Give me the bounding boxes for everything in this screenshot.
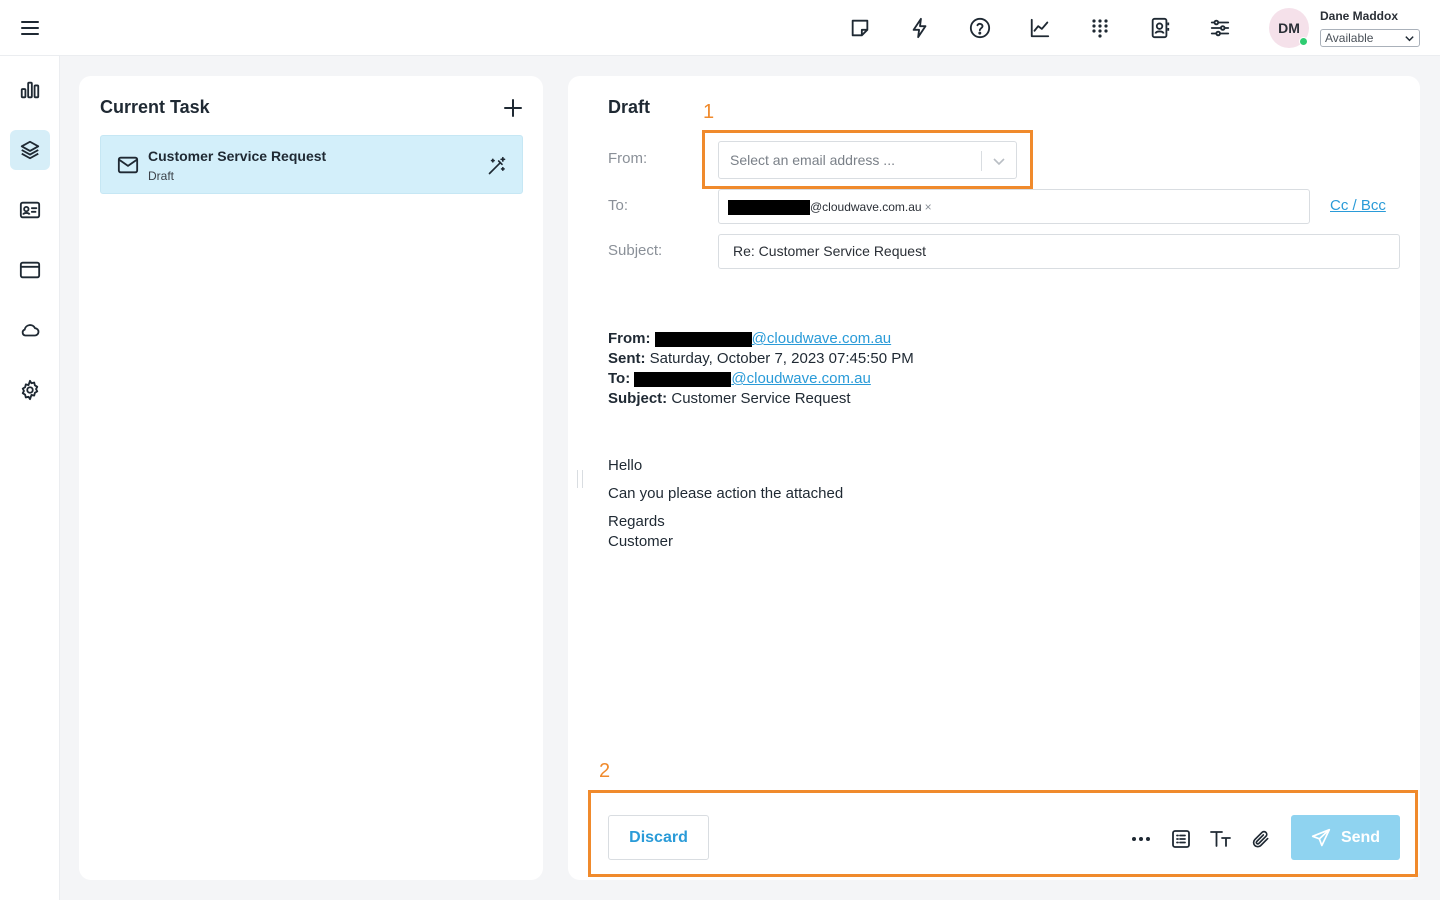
top-toolbar <box>840 12 1240 44</box>
sidebar-item-settings[interactable] <box>10 370 50 410</box>
callout-number-1: 1 <box>703 101 715 123</box>
quoted-subject-value: Customer Service Request <box>671 390 851 407</box>
subject-input[interactable]: Re: Customer Service Request <box>718 234 1400 269</box>
gear-icon <box>19 379 41 401</box>
quoted-to-row: To: @cloudwave.com.au <box>608 369 914 389</box>
discard-button[interactable]: Discard <box>608 815 709 860</box>
send-label: Send <box>1340 828 1381 846</box>
quoted-to-email[interactable]: @cloudwave.com.au <box>731 369 870 389</box>
paper-plane-icon <box>1311 828 1341 848</box>
draft-title: Draft <box>608 97 651 117</box>
more-options-button[interactable] <box>1127 825 1155 853</box>
lightning-icon[interactable] <box>900 12 940 44</box>
sidebar-item-dashboard[interactable] <box>10 70 50 110</box>
quoted-from-email[interactable]: @cloudwave.com.au <box>752 329 891 349</box>
window-icon <box>19 259 41 281</box>
select-divider <box>981 151 982 171</box>
remove-recipient-icon[interactable]: × <box>925 200 932 214</box>
settings-sliders-icon[interactable] <box>1200 12 1240 44</box>
to-label: To: <box>608 197 629 214</box>
user-name: Dane Maddox <box>1320 9 1399 23</box>
avatar[interactable]: DM <box>1269 8 1309 48</box>
magic-edit-icon[interactable] <box>487 156 507 176</box>
quoted-from-label: From: <box>608 330 651 347</box>
recipient-domain: @cloudwave.com.au <box>810 200 922 214</box>
body-signoff: Regards <box>608 513 665 530</box>
chevron-down-icon <box>1404 33 1415 44</box>
text-format-button[interactable] <box>1207 825 1235 853</box>
quoted-subject-label: Subject: <box>608 390 668 407</box>
quoted-to-label: To: <box>608 370 631 387</box>
dialpad-icon[interactable] <box>1080 12 1120 44</box>
contact-card-icon <box>19 199 41 221</box>
quoted-header: From: @cloudwave.com.au Sent: Saturday, … <box>608 329 914 409</box>
attachment-icon <box>1251 829 1271 849</box>
task-item[interactable]: Customer Service Request Draft <box>100 135 523 194</box>
current-task-title: Current Task <box>100 97 210 117</box>
panel-resize-handle[interactable] <box>577 470 583 488</box>
quoted-sent-row: Sent: Saturday, October 7, 2023 07:45:50… <box>608 349 914 369</box>
availability-select[interactable]: Available <box>1320 29 1420 47</box>
sidebar-item-window[interactable] <box>10 250 50 290</box>
quoted-sent-value: Saturday, October 7, 2023 07:45:50 PM <box>649 350 914 367</box>
task-title: Customer Service Request <box>148 148 327 164</box>
plus-icon <box>502 97 524 119</box>
help-icon[interactable] <box>960 12 1000 44</box>
quoted-subject-row: Subject: Customer Service Request <box>608 389 914 409</box>
text-format-icon <box>1210 830 1232 848</box>
left-sidebar <box>0 56 60 900</box>
send-button[interactable]: Send <box>1291 815 1400 860</box>
layers-icon <box>19 139 41 161</box>
redacted-username <box>634 371 732 387</box>
attachment-button[interactable] <box>1247 825 1275 853</box>
quoted-sent-label: Sent: <box>608 350 646 367</box>
recipient-chip: @cloudwave.com.au × <box>728 197 932 217</box>
sidebar-item-cloud[interactable] <box>10 310 50 350</box>
add-task-button[interactable] <box>502 97 524 119</box>
online-status-dot <box>1299 37 1308 46</box>
contacts-icon[interactable] <box>1140 12 1180 44</box>
redacted-username <box>728 199 810 215</box>
template-button[interactable] <box>1167 825 1195 853</box>
dashboard-icon <box>19 79 41 101</box>
quoted-from-row: From: @cloudwave.com.au <box>608 329 914 349</box>
callout-number-2: 2 <box>599 760 611 782</box>
to-recipients-field[interactable]: @cloudwave.com.au × <box>718 189 1310 224</box>
sticky-note-icon[interactable] <box>840 12 880 44</box>
template-icon <box>1171 829 1191 849</box>
from-label: From: <box>608 150 648 167</box>
from-placeholder: Select an email address ... <box>730 152 895 168</box>
draft-panel: Draft From: Select an email address ... … <box>568 76 1420 880</box>
chevron-down-icon <box>992 154 1006 168</box>
mail-icon <box>117 155 139 175</box>
body-line: Can you please action the attached <box>608 485 844 502</box>
more-options-icon <box>1131 836 1151 842</box>
body-greeting: Hello <box>608 457 643 474</box>
redacted-username <box>654 331 752 347</box>
cc-bcc-link[interactable]: Cc / Bcc <box>1330 197 1386 214</box>
task-status: Draft <box>148 169 175 183</box>
availability-value: Available <box>1325 31 1374 45</box>
from-email-select[interactable]: Select an email address ... <box>718 141 1017 179</box>
top-bar: DM Dane Maddox Available <box>0 0 1440 56</box>
current-task-panel: Current Task Customer Service Request Dr… <box>79 76 543 880</box>
sidebar-item-contacts[interactable] <box>10 190 50 230</box>
analytics-icon[interactable] <box>1020 12 1060 44</box>
body-name: Customer <box>608 533 674 550</box>
avatar-initials: DM <box>1278 20 1300 36</box>
subject-label: Subject: <box>608 242 663 259</box>
hamburger-menu-icon[interactable] <box>18 16 42 40</box>
cloud-icon <box>19 319 41 341</box>
sidebar-item-tasks[interactable] <box>10 130 50 170</box>
